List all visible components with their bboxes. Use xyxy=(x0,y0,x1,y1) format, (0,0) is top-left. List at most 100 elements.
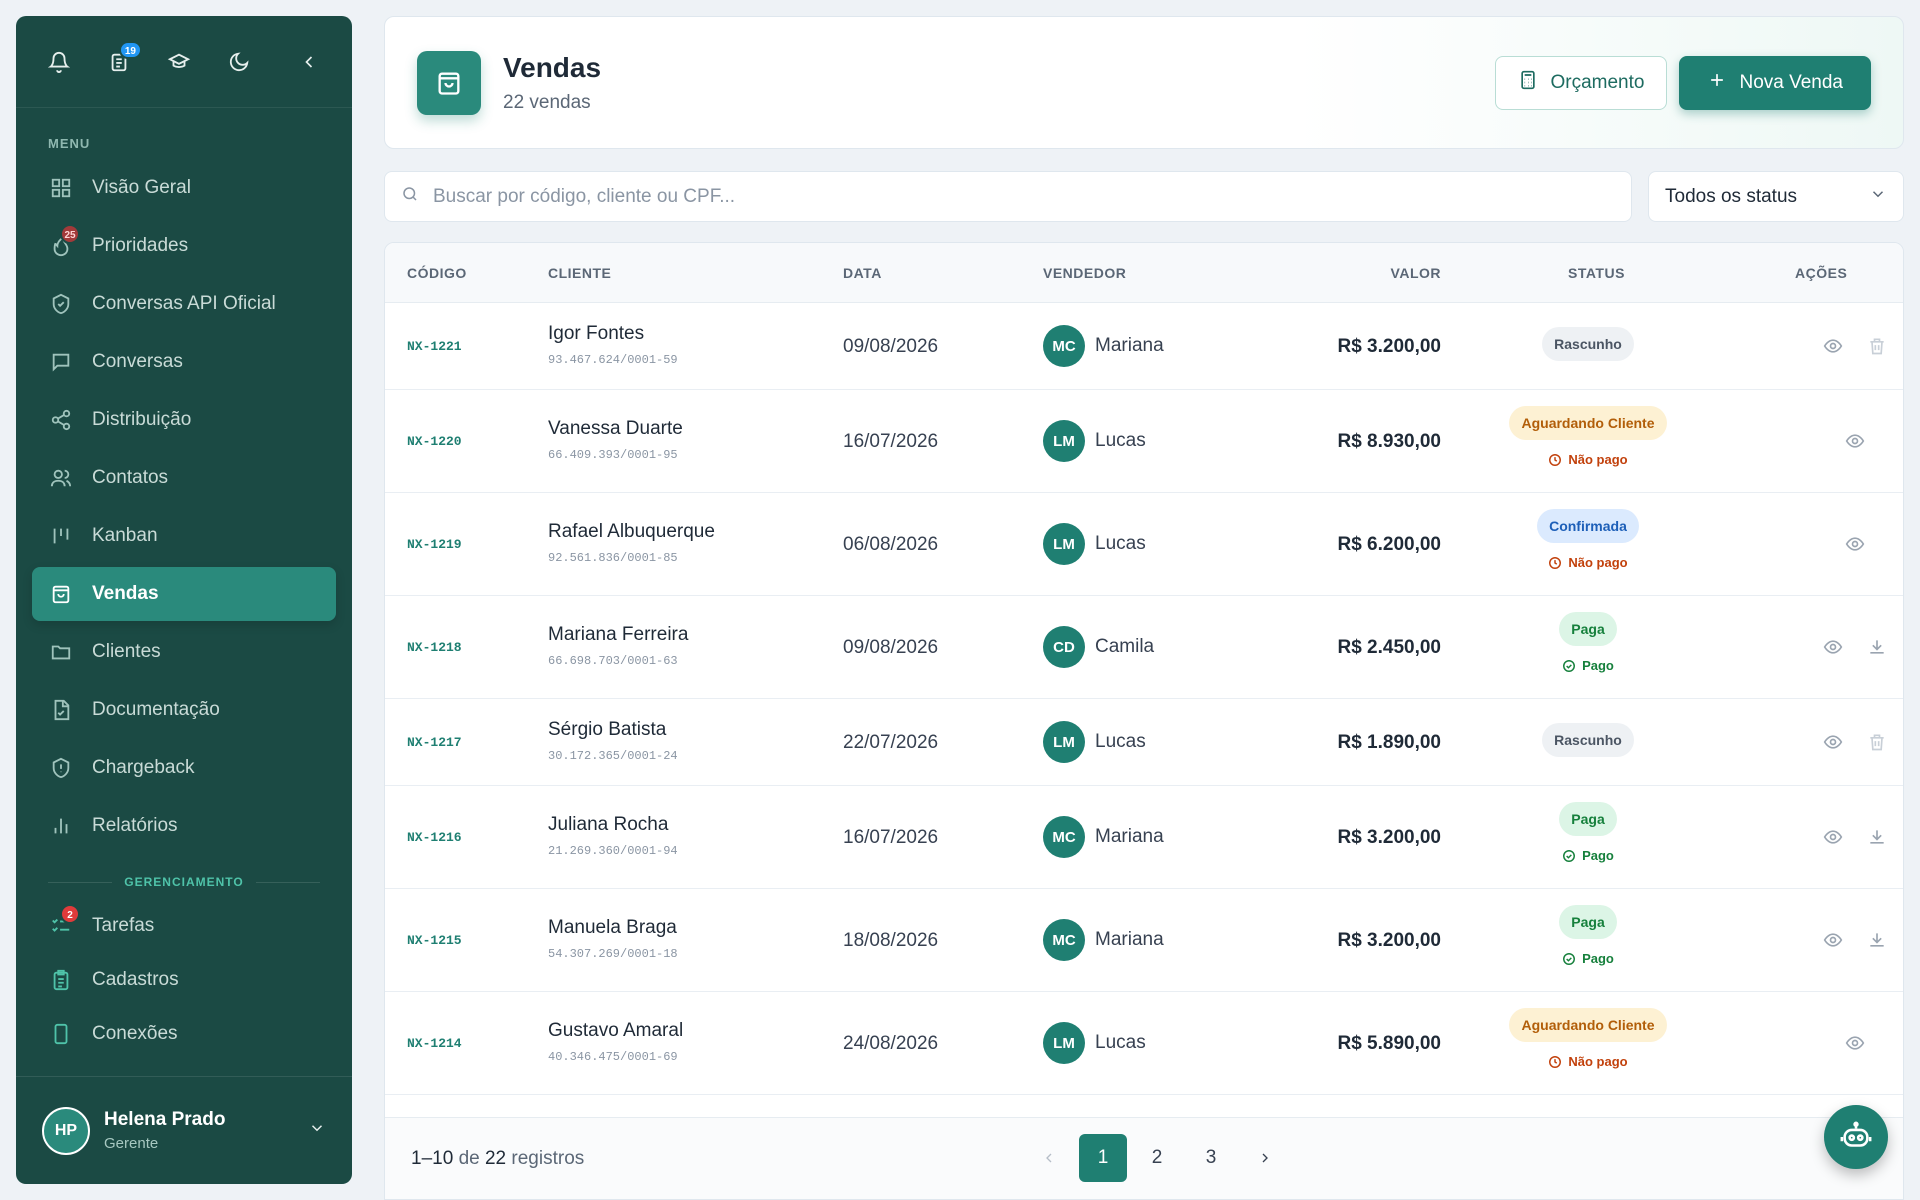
sidebar-item-clientes[interactable]: Clientes xyxy=(32,625,336,679)
eye-icon[interactable] xyxy=(1844,430,1866,452)
eye-icon[interactable] xyxy=(1822,335,1844,357)
row-actions xyxy=(1785,1032,1903,1054)
chevron-left-icon xyxy=(1046,1153,1052,1163)
new-sale-button[interactable]: Nova Venda xyxy=(1679,55,1871,110)
sidebar-item-label: Conversas API Oficial xyxy=(92,293,276,314)
sidebar-item-tarefas[interactable]: 2 Tarefas xyxy=(32,901,336,951)
pagination-total: 22 xyxy=(484,1147,507,1169)
next-page-button[interactable] xyxy=(1241,1134,1289,1182)
task-list-icon: 2 xyxy=(48,904,80,939)
table-row[interactable]: NX-1216 Juliana Rocha 21.269.360/0001-94… xyxy=(385,786,1903,889)
trash-icon[interactable] xyxy=(1866,335,1888,357)
assistant-bot-button[interactable] xyxy=(1824,1105,1888,1169)
sale-code[interactable]: NX-1217 xyxy=(407,735,462,750)
sidebar-item-chargeback[interactable]: Chargeback xyxy=(32,741,336,795)
col-date[interactable]: DATA xyxy=(843,265,882,281)
col-code[interactable]: CÓDIGO xyxy=(407,265,467,281)
sale-code[interactable]: NX-1219 xyxy=(407,537,462,552)
sidebar-item-contatos[interactable]: Contatos xyxy=(32,451,336,505)
sidebar-item-distribuicao[interactable]: Distribuição xyxy=(32,393,336,447)
table-row[interactable]: NX-1219 Rafael Albuquerque 92.561.836/00… xyxy=(385,493,1903,596)
sale-code[interactable]: NX-1221 xyxy=(407,339,462,354)
status-badge: Paga xyxy=(1559,612,1617,646)
download-icon[interactable] xyxy=(1866,929,1888,951)
sidebar-item-cadastros[interactable]: Cadastros xyxy=(32,955,336,1005)
graduation-cap-icon[interactable] xyxy=(166,49,192,75)
payment-status: Pago xyxy=(1562,658,1614,673)
eye-icon[interactable] xyxy=(1844,1032,1866,1054)
seller-cell: LM Lucas xyxy=(1043,523,1146,565)
sidebar-item-visao-geral[interactable]: Visão Geral xyxy=(32,161,336,215)
sale-value: R$ 3.200,00 xyxy=(1337,827,1441,848)
sale-code[interactable]: NX-1216 xyxy=(407,830,462,845)
sidebar-item-vendas[interactable]: Vendas xyxy=(32,567,336,621)
page-button-2[interactable]: 2 xyxy=(1133,1134,1181,1182)
clipboard-icon[interactable]: 19 xyxy=(106,40,142,75)
user-name: Helena Prado xyxy=(104,1109,226,1130)
eye-icon[interactable] xyxy=(1822,636,1844,658)
sidebar-item-label: Chargeback xyxy=(92,757,195,778)
seller-name: Lucas xyxy=(1095,1032,1146,1053)
page-button-1[interactable]: 1 xyxy=(1079,1134,1127,1182)
sale-code[interactable]: NX-1218 xyxy=(407,640,462,655)
moon-icon[interactable] xyxy=(226,49,252,75)
trash-icon[interactable] xyxy=(1866,731,1888,753)
management-section: GERENCIAMENTO xyxy=(16,857,352,901)
status-badge: Rascunho xyxy=(1542,327,1634,361)
page-title: Vendas xyxy=(503,51,602,83)
eye-icon[interactable] xyxy=(1822,826,1844,848)
page-header: Vendas 22 vendas Orçamento Nova Venda xyxy=(384,16,1904,149)
calculator-icon xyxy=(1518,70,1538,96)
prev-page-button[interactable] xyxy=(1025,1134,1073,1182)
search-input[interactable] xyxy=(433,185,1615,208)
clock-icon xyxy=(1549,556,1562,569)
col-seller[interactable]: VENDEDOR xyxy=(1043,265,1126,281)
smartphone-icon xyxy=(48,1021,74,1047)
sidebar-item-conversas-api[interactable]: Conversas API Oficial xyxy=(32,277,336,331)
client-name: Rafael Albuquerque xyxy=(548,521,715,542)
user-menu[interactable]: HP Helena Prado Gerente xyxy=(16,1076,352,1184)
page-button-3[interactable]: 3 xyxy=(1187,1134,1235,1182)
seller-cell: MC Mariana xyxy=(1043,325,1164,367)
sidebar-item-prioridades[interactable]: 25 Prioridades xyxy=(32,219,336,273)
quote-button[interactable]: Orçamento xyxy=(1495,55,1668,110)
table-row[interactable]: NX-1218 Mariana Ferreira 66.698.703/0001… xyxy=(385,596,1903,699)
col-client[interactable]: CLIENTE xyxy=(548,265,611,281)
eye-icon[interactable] xyxy=(1822,929,1844,951)
seller-name: Mariana xyxy=(1095,826,1164,847)
menu-section-label: MENU xyxy=(48,136,91,151)
table-row[interactable]: NX-1220 Vanessa Duarte 66.409.393/0001-9… xyxy=(385,390,1903,493)
sale-code[interactable]: NX-1214 xyxy=(407,1036,462,1051)
sale-date: 09/08/2026 xyxy=(843,336,939,357)
download-icon[interactable] xyxy=(1866,636,1888,658)
table-row[interactable]: NX-1215 Manuela Braga 54.307.269/0001-18… xyxy=(385,889,1903,992)
col-value[interactable]: VALOR xyxy=(1391,265,1441,281)
row-actions xyxy=(1785,826,1903,848)
chevron-down-icon[interactable] xyxy=(308,1119,326,1142)
sidebar-item-conexoes[interactable]: Conexões xyxy=(32,1009,336,1059)
table-row[interactable]: NX-1221 Igor Fontes 93.467.624/0001-59 0… xyxy=(385,303,1903,390)
eye-icon[interactable] xyxy=(1844,533,1866,555)
sidebar-item-conversas[interactable]: Conversas xyxy=(32,335,336,389)
status-filter-select[interactable]: Todos os status xyxy=(1648,171,1904,222)
collapse-sidebar-icon[interactable] xyxy=(296,49,322,75)
table-row[interactable]: NX-1214 Gustavo Amaral 40.346.475/0001-6… xyxy=(385,992,1903,1095)
priority-badge: 25 xyxy=(60,224,80,244)
status-badge: Aguardando Cliente xyxy=(1509,1008,1667,1042)
payment-status: Pago xyxy=(1562,848,1614,863)
eye-icon[interactable] xyxy=(1822,731,1844,753)
bell-icon[interactable] xyxy=(46,49,72,75)
table-row[interactable]: NX-1217 Sérgio Batista 30.172.365/0001-2… xyxy=(385,699,1903,786)
sidebar-item-relatorios[interactable]: Relatórios xyxy=(32,799,336,853)
col-actions: AÇÕES xyxy=(1795,265,1848,281)
payment-label: Pago xyxy=(1582,951,1614,966)
sale-date: 24/08/2026 xyxy=(843,1033,939,1054)
sale-code[interactable]: NX-1220 xyxy=(407,434,462,449)
sidebar-item-kanban[interactable]: Kanban xyxy=(32,509,336,563)
seller-name: Lucas xyxy=(1095,731,1146,752)
sidebar-item-label: Prioridades xyxy=(92,235,189,256)
download-icon[interactable] xyxy=(1866,826,1888,848)
sale-code[interactable]: NX-1215 xyxy=(407,933,462,948)
sidebar-item-documentacao[interactable]: Documentação xyxy=(32,683,336,737)
sale-date: 09/08/2026 xyxy=(843,637,939,658)
